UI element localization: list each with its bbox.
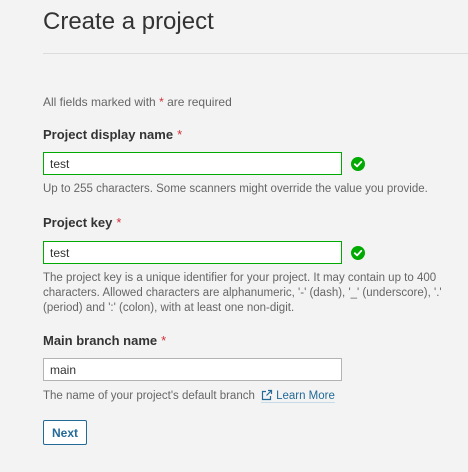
required-note-suffix: are required bbox=[167, 95, 232, 109]
project-key-help: The project key is a unique identifier f… bbox=[43, 272, 442, 314]
main-branch-required-mark: * bbox=[161, 333, 167, 348]
main-branch-help-text: The name of your project's default branc… bbox=[43, 390, 255, 402]
external-link-icon bbox=[261, 389, 273, 401]
next-button[interactable]: Next bbox=[43, 420, 87, 445]
required-note-prefix: All fields marked with bbox=[43, 95, 156, 109]
display-name-label-text: Project display name bbox=[43, 127, 174, 142]
project-key-label: Project key * bbox=[43, 215, 121, 231]
display-name-valid-check-icon bbox=[351, 157, 365, 171]
project-key-required-mark: * bbox=[116, 215, 122, 230]
main-branch-label: Main branch name * bbox=[43, 333, 166, 349]
display-name-help: Up to 255 characters. Some scanners migh… bbox=[43, 183, 428, 195]
display-name-input[interactable] bbox=[43, 152, 342, 175]
project-key-input[interactable] bbox=[43, 241, 342, 264]
display-name-label: Project display name * bbox=[43, 127, 182, 143]
display-name-required-mark: * bbox=[177, 127, 183, 142]
page-title: Create a project bbox=[43, 8, 214, 35]
learn-more-label: Learn More bbox=[276, 390, 335, 402]
title-divider bbox=[43, 53, 468, 54]
project-key-label-text: Project key bbox=[43, 215, 113, 230]
main-branch-input[interactable] bbox=[43, 358, 342, 381]
required-fields-note: All fields marked with * are required bbox=[43, 94, 232, 110]
learn-more-link[interactable]: Learn More bbox=[261, 389, 335, 403]
create-project-page: Create a project All fields marked with … bbox=[0, 0, 468, 472]
required-asterisk: * bbox=[159, 95, 164, 109]
project-key-valid-check-icon bbox=[351, 246, 365, 260]
main-branch-label-text: Main branch name bbox=[43, 333, 158, 348]
main-branch-help: The name of your project's default branc… bbox=[43, 389, 453, 404]
